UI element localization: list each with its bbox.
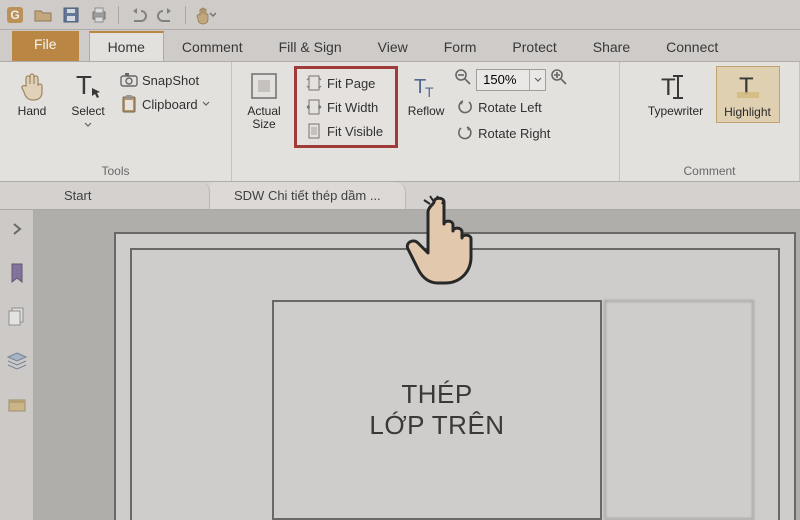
fit-visible-label: Fit Visible xyxy=(327,124,383,139)
typewriter-label: Typewriter xyxy=(648,105,703,118)
attachments-icon[interactable] xyxy=(6,394,28,416)
select-label: Select xyxy=(71,105,104,130)
fit-visible-icon xyxy=(305,122,323,140)
fit-page-button[interactable]: Fit Page xyxy=(303,73,385,93)
typewriter-icon: T xyxy=(659,69,693,103)
svg-text:T: T xyxy=(76,70,92,100)
tab-protect[interactable]: Protect xyxy=(494,33,574,61)
fit-width-icon xyxy=(305,98,323,116)
fit-width-label: Fit Width xyxy=(327,100,378,115)
actual-size-label: Actual Size xyxy=(247,105,280,130)
svg-text:T: T xyxy=(425,84,434,100)
document-tabs: Start SDW Chi tiết thép dầm ... xyxy=(0,182,800,210)
tab-comment[interactable]: Comment xyxy=(164,33,261,61)
tab-file[interactable]: File xyxy=(12,31,79,61)
group-view-label xyxy=(238,163,613,180)
open-icon[interactable] xyxy=(32,4,54,26)
rotate-right-button[interactable]: Rotate Right xyxy=(454,123,568,143)
hand-icon xyxy=(15,69,49,103)
chevron-down-icon xyxy=(202,101,210,107)
drawing-title-block: THÉP LỚP TRÊN xyxy=(272,300,602,520)
typewriter-button[interactable]: T Typewriter xyxy=(640,66,712,121)
bookmark-icon[interactable] xyxy=(6,262,28,284)
rotate-left-label: Rotate Left xyxy=(478,100,542,115)
tab-form[interactable]: Form xyxy=(426,33,495,61)
group-comment-label: Comment xyxy=(626,163,793,180)
sidebar xyxy=(0,210,34,520)
reflow-icon: TT xyxy=(409,69,443,103)
ribbon-tabs: File Home Comment Fill & Sign View Form … xyxy=(0,30,800,62)
fit-width-button[interactable]: Fit Width xyxy=(303,97,385,117)
svg-text:T: T xyxy=(661,74,676,101)
group-comment: T Typewriter T Highlight Comment xyxy=(620,62,800,181)
actual-size-icon xyxy=(247,69,281,103)
print-icon[interactable] xyxy=(88,4,110,26)
save-icon[interactable] xyxy=(60,4,82,26)
zoom-value: 150% xyxy=(477,72,529,87)
rotate-right-label: Rotate Right xyxy=(478,126,550,141)
reflow-button[interactable]: TT Reflow xyxy=(402,66,450,121)
title-line1: THÉP xyxy=(401,379,472,410)
zoom-in-icon[interactable] xyxy=(550,68,568,91)
group-view: Actual Size Fit Page Fit Width Fit Visib… xyxy=(232,62,620,181)
rotate-left-button[interactable]: Rotate Left xyxy=(454,97,568,117)
zoom-combo[interactable]: 150% xyxy=(476,69,546,91)
highlight-icon: T xyxy=(731,70,765,104)
tab-fill-sign[interactable]: Fill & Sign xyxy=(261,33,360,61)
tab-share[interactable]: Share xyxy=(575,33,648,61)
clipboard-label: Clipboard xyxy=(142,97,198,112)
drawing-detail-panel xyxy=(604,300,754,520)
undo-icon[interactable] xyxy=(127,4,149,26)
clipboard-icon xyxy=(120,95,138,113)
camera-icon xyxy=(120,71,138,89)
snapshot-button[interactable]: SnapShot xyxy=(118,70,212,90)
layers-icon[interactable] xyxy=(6,350,28,372)
rotate-right-icon xyxy=(456,124,474,142)
app-logo-icon: G xyxy=(4,4,26,26)
sidebar-expand-icon[interactable] xyxy=(6,218,28,240)
reflow-label: Reflow xyxy=(408,105,445,118)
title-line2: LỚP TRÊN xyxy=(369,410,504,441)
select-button[interactable]: T Select xyxy=(62,66,114,133)
group-tools: Hand T Select SnapShot Clipboard xyxy=(0,62,232,181)
document-canvas[interactable]: THÉP LỚP TRÊN xyxy=(34,210,800,520)
svg-text:G: G xyxy=(10,8,19,22)
tab-view[interactable]: View xyxy=(360,33,426,61)
select-icon: T xyxy=(71,69,105,103)
hand-mode-icon[interactable] xyxy=(194,4,216,26)
rotate-left-icon xyxy=(456,98,474,116)
hand-label: Hand xyxy=(18,105,47,118)
fit-visible-button[interactable]: Fit Visible xyxy=(303,121,385,141)
fit-options: Fit Page Fit Width Fit Visible xyxy=(294,66,398,148)
workspace: THÉP LỚP TRÊN xyxy=(0,210,800,520)
doctab-start[interactable]: Start xyxy=(40,182,210,209)
doctab-document[interactable]: SDW Chi tiết thép dầm ... xyxy=(210,182,406,209)
redo-icon[interactable] xyxy=(155,4,177,26)
quick-access-toolbar: G xyxy=(0,0,800,30)
zoom-out-icon[interactable] xyxy=(454,68,472,91)
actual-size-button[interactable]: Actual Size xyxy=(238,66,290,133)
ribbon: Hand T Select SnapShot Clipboard xyxy=(0,62,800,182)
highlight-label: Highlight xyxy=(724,106,771,119)
highlight-button[interactable]: T Highlight xyxy=(716,66,780,123)
chevron-down-icon[interactable] xyxy=(529,70,545,90)
page-frame: THÉP LỚP TRÊN xyxy=(130,248,780,520)
tab-home[interactable]: Home xyxy=(89,31,164,61)
snapshot-label: SnapShot xyxy=(142,73,199,88)
fit-page-icon xyxy=(305,74,323,92)
fit-page-label: Fit Page xyxy=(327,76,375,91)
tab-connect[interactable]: Connect xyxy=(648,33,736,61)
page: THÉP LỚP TRÊN xyxy=(114,232,796,520)
clipboard-button[interactable]: Clipboard xyxy=(118,94,212,114)
pages-icon[interactable] xyxy=(6,306,28,328)
hand-button[interactable]: Hand xyxy=(6,66,58,121)
group-tools-label: Tools xyxy=(6,163,225,180)
